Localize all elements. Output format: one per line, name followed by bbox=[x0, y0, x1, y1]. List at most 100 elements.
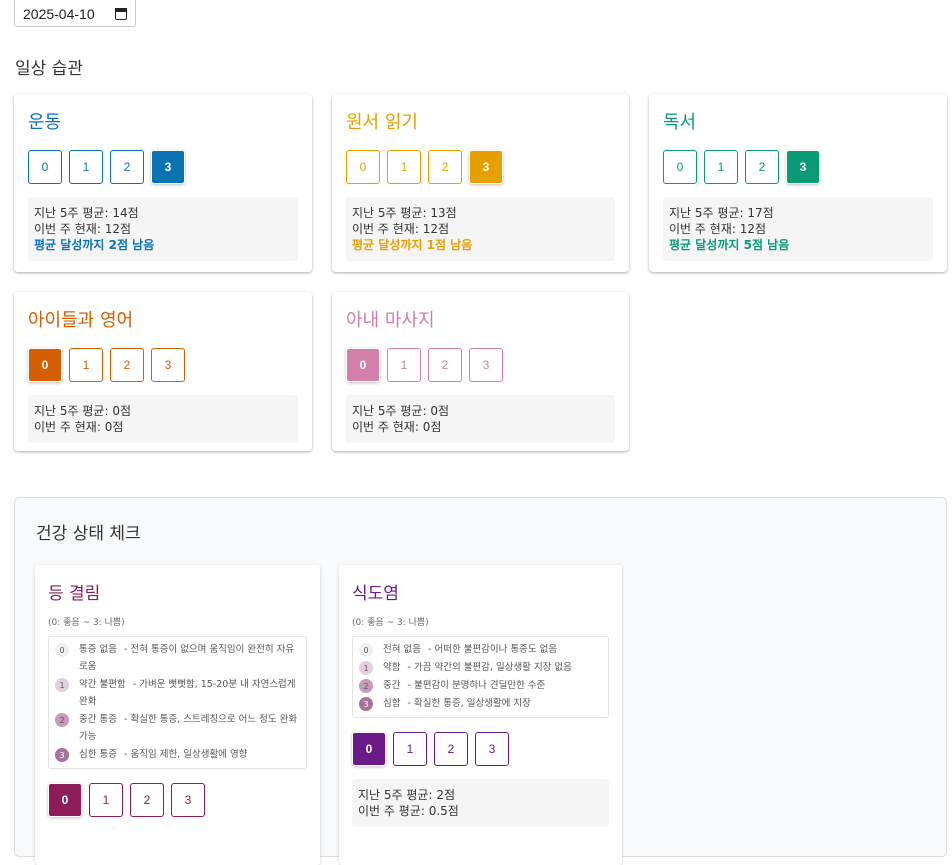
score-button-2[interactable]: 2 bbox=[428, 150, 462, 184]
score-button-1[interactable]: 1 bbox=[69, 348, 103, 382]
score-button-2[interactable]: 2 bbox=[428, 348, 462, 382]
current-line: 이번 주 현재: 12점 bbox=[669, 221, 927, 237]
legend-item: 0 통증 없음 - 전혀 통증이 없으며 움직임이 완전히 자유로움 bbox=[55, 641, 300, 675]
past-average-value: 2점 bbox=[436, 788, 456, 802]
habits-section-title: 일상 습관 bbox=[15, 59, 83, 79]
past-average-line: 지난 5주 평균: 0점 bbox=[352, 403, 609, 419]
current-value: 12점 bbox=[739, 222, 767, 236]
card-title: 독서 bbox=[663, 112, 697, 133]
card-title: 원서 읽기 bbox=[346, 112, 418, 133]
score-buttons: 0123 bbox=[28, 150, 298, 184]
score-button-2[interactable]: 2 bbox=[130, 783, 164, 817]
legend-text: 전혀 없음 - 어떠한 불편감이나 통증도 없음 bbox=[383, 641, 602, 658]
date-picker[interactable]: 2025-04-10 bbox=[14, 0, 136, 27]
scale-note: (0: 좋음 ~ 3: 나쁨) bbox=[48, 618, 125, 628]
legend-desc: - 움직임 제한, 일상생활에 영향 bbox=[124, 749, 248, 760]
score-button-0[interactable]: 0 bbox=[346, 348, 380, 382]
score-button-1[interactable]: 1 bbox=[393, 732, 427, 766]
legend-text: 약함 - 가끔 약간의 불편감, 일상생활 지장 없음 bbox=[383, 659, 602, 676]
remaining-text: 평균 달성까지 1점 남음 bbox=[352, 238, 473, 252]
severity-badge: 0 bbox=[359, 643, 373, 657]
legend-name: 심함 bbox=[383, 698, 401, 709]
card-title: 식도염 bbox=[352, 584, 399, 604]
health-card-back-stiffness: 등 결림 (0: 좋음 ~ 3: 나쁨) 0 통증 없음 - 전혀 통증이 없으며 움… bbox=[35, 565, 320, 865]
severity-badge: 2 bbox=[55, 713, 69, 727]
current-label: 이번 주 현재: bbox=[34, 420, 101, 434]
severity-badge: 0 bbox=[55, 643, 69, 657]
legend-text: 약간 불편함 - 가벼운 뻣뻣함, 15-20분 내 자연스럽게 완화 bbox=[79, 676, 300, 710]
past-average-label: 지난 5주 평균: bbox=[352, 206, 427, 220]
past-average-label: 지난 5주 평균: bbox=[352, 404, 427, 418]
current-average-line: 이번 주 평균: 0.5점 bbox=[358, 803, 603, 819]
legend-name: 심한 통증 bbox=[79, 749, 117, 760]
score-button-3[interactable]: 3 bbox=[151, 348, 185, 382]
legend-item: 2 중간 통증 - 확실한 통증, 스트레칭으로 어느 정도 완화 가능 bbox=[55, 711, 300, 745]
current-value: 0점 bbox=[422, 420, 442, 434]
habit-card-reading: 독서 0 1 2 3 지난 5주 평균: 17점 이번 주 현재: 12점 평균 달성까지 5… bbox=[649, 94, 947, 272]
past-average-value: 0점 bbox=[112, 404, 132, 418]
stats-box: 지난 5주 평균: 17점 이번 주 현재: 12점 평균 달성까지 5점 남음 bbox=[663, 197, 933, 261]
current-label: 이번 주 현재: bbox=[352, 222, 419, 236]
score-button-1[interactable]: 1 bbox=[69, 150, 103, 184]
current-label: 이번 주 현재: bbox=[34, 222, 101, 236]
past-average-line: 지난 5주 평균: 17점 bbox=[669, 205, 927, 221]
current-line: 이번 주 현재: 0점 bbox=[34, 419, 292, 435]
score-button-0[interactable]: 0 bbox=[663, 150, 697, 184]
score-button-3[interactable]: 3 bbox=[151, 150, 185, 184]
legend-name: 중간 통증 bbox=[79, 714, 117, 725]
score-button-0[interactable]: 0 bbox=[352, 732, 386, 766]
scale-note: (0: 좋음 ~ 3: 나쁨) bbox=[352, 618, 429, 628]
score-button-0[interactable]: 0 bbox=[48, 783, 82, 817]
card-title: 아내 마사지 bbox=[346, 310, 435, 331]
score-button-2[interactable]: 2 bbox=[110, 348, 144, 382]
stats-box: 지난 5주 평균: 0점 이번 주 현재: 0점 bbox=[346, 395, 615, 443]
legend-text: 심함 - 확실한 통증, 일상생활에 지장 bbox=[383, 695, 602, 712]
score-buttons: 0123 bbox=[663, 150, 933, 184]
card-title: 등 결림 bbox=[48, 584, 101, 604]
score-button-2[interactable]: 2 bbox=[745, 150, 779, 184]
legend-item: 1 약간 불편함 - 가벼운 뻣뻣함, 15-20분 내 자연스럽게 완화 bbox=[55, 676, 300, 710]
severity-legend: 0 통증 없음 - 전혀 통증이 없으며 움직임이 완전히 자유로움 1 약간 불편함… bbox=[48, 636, 307, 769]
score-button-3[interactable]: 3 bbox=[171, 783, 205, 817]
legend-text: 중간 통증 - 확실한 통증, 스트레칭으로 어느 정도 완화 가능 bbox=[79, 711, 300, 745]
past-average-value: 14점 bbox=[112, 206, 139, 220]
score-button-1[interactable]: 1 bbox=[89, 783, 123, 817]
current-value: 0점 bbox=[104, 420, 124, 434]
score-button-3[interactable]: 3 bbox=[469, 150, 503, 184]
past-average-label: 지난 5주 평균: bbox=[34, 404, 109, 418]
past-average-line: 지난 5주 평균: 13점 bbox=[352, 205, 609, 221]
legend-desc: - 확실한 통증, 일상생활에 지장 bbox=[407, 698, 531, 709]
card-title: 아이들과 영어 bbox=[28, 310, 134, 331]
legend-name: 통증 없음 bbox=[79, 644, 117, 655]
score-button-2[interactable]: 2 bbox=[110, 150, 144, 184]
severity-badge: 1 bbox=[55, 678, 69, 692]
legend-item: 3 심한 통증 - 움직임 제한, 일상생활에 영향 bbox=[55, 746, 300, 763]
stats-box: 지난 5주 평균: 13점 이번 주 현재: 12점평균 달성까지 1점 남음 bbox=[346, 197, 615, 261]
remaining-text: 평균 달성까지 2점 남음 bbox=[34, 238, 155, 252]
legend-text: 중간 - 불편감이 분명하나 견딜만한 수준 bbox=[383, 677, 602, 694]
current-value: 12점 bbox=[104, 222, 132, 236]
score-button-1[interactable]: 1 bbox=[387, 150, 421, 184]
health-check-section: 건강 상태 체크 등 결림 (0: 좋음 ~ 3: 나쁨) 0 통증 없음 - 전혀 … bbox=[14, 497, 947, 865]
score-button-3[interactable]: 3 bbox=[475, 732, 509, 766]
legend-desc: - 가끔 약간의 불편감, 일상생활 지장 없음 bbox=[407, 662, 572, 673]
score-button-0[interactable]: 0 bbox=[346, 150, 380, 184]
score-button-1[interactable]: 1 bbox=[704, 150, 738, 184]
past-average-label: 지난 5주 평균: bbox=[34, 206, 109, 220]
score-button-3[interactable]: 3 bbox=[469, 348, 503, 382]
score-button-1[interactable]: 1 bbox=[387, 348, 421, 382]
current-value: 12점 bbox=[422, 222, 450, 236]
score-buttons: 0123 bbox=[28, 348, 298, 382]
date-value: 2025-04-10 bbox=[23, 5, 95, 22]
remaining-text: 평균 달성까지 5점 남음 bbox=[669, 238, 790, 252]
current-average-value: 0.5점 bbox=[428, 804, 459, 818]
legend-item: 1 약함 - 가끔 약간의 불편감, 일상생활 지장 없음 bbox=[359, 659, 602, 676]
score-button-2[interactable]: 2 bbox=[434, 732, 468, 766]
current-label: 이번 주 현재: bbox=[352, 420, 419, 434]
score-button-0[interactable]: 0 bbox=[28, 150, 62, 184]
current-line: 이번 주 현재: 0점 bbox=[352, 419, 609, 435]
current-average-label: 이번 주 평균: bbox=[358, 804, 425, 818]
calendar-icon[interactable] bbox=[115, 7, 127, 20]
score-button-3[interactable]: 3 bbox=[786, 150, 820, 184]
score-button-0[interactable]: 0 bbox=[28, 348, 62, 382]
